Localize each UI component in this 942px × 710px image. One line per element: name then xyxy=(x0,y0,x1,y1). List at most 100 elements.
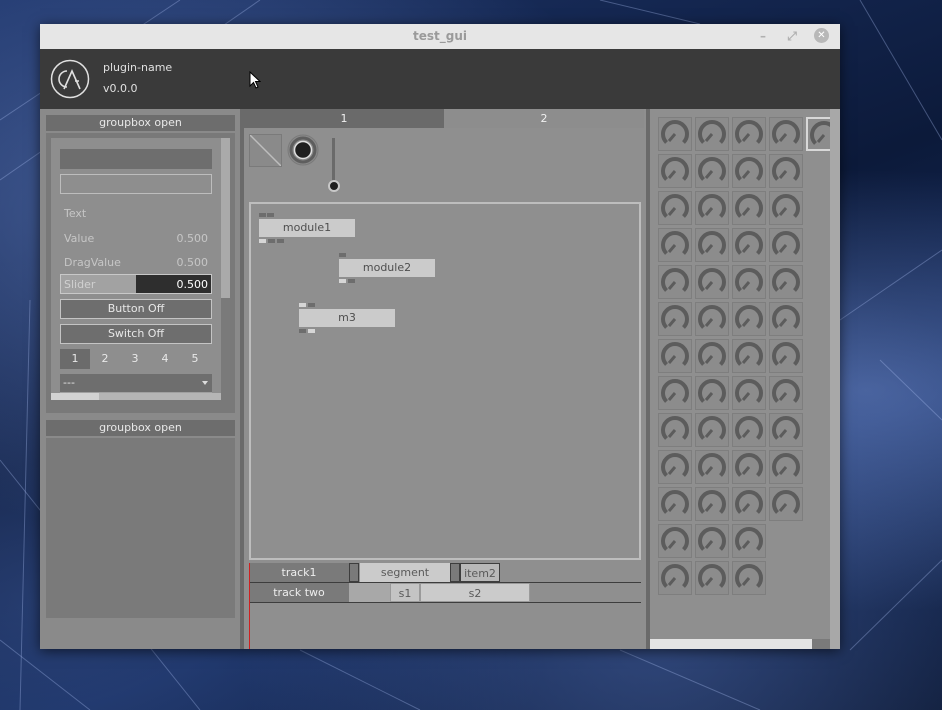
knob-icon[interactable] xyxy=(732,302,766,336)
output-port[interactable] xyxy=(308,329,315,333)
timeline-segment[interactable]: item2 xyxy=(460,563,500,582)
knob-icon[interactable] xyxy=(769,154,803,188)
knob-icon[interactable] xyxy=(658,191,692,225)
knob-icon[interactable] xyxy=(658,450,692,484)
knob-icon[interactable] xyxy=(658,524,692,558)
knob-icon[interactable] xyxy=(695,228,729,262)
knob-icon[interactable] xyxy=(658,376,692,410)
node-graph-canvas[interactable]: module1 module2 m3 xyxy=(249,202,641,560)
knob-icon[interactable] xyxy=(769,117,803,151)
radio-option-4[interactable]: 4 xyxy=(150,349,180,369)
text-edit-field[interactable] xyxy=(60,149,212,169)
knob-icon[interactable] xyxy=(695,302,729,336)
scrollbar-thumb[interactable] xyxy=(51,393,99,400)
knob-icon[interactable] xyxy=(695,413,729,447)
output-port[interactable] xyxy=(259,239,266,243)
knob-icon[interactable] xyxy=(695,339,729,373)
knob-icon[interactable] xyxy=(658,302,692,336)
timeline-segment[interactable]: segment xyxy=(360,563,450,582)
radio-option-1[interactable]: 1 xyxy=(60,349,90,369)
playhead-marker[interactable] xyxy=(249,563,250,649)
knob-icon[interactable] xyxy=(695,487,729,521)
vertical-scrollbar[interactable] xyxy=(221,138,230,400)
toggle-icon-button[interactable] xyxy=(249,134,282,167)
knob-icon[interactable] xyxy=(769,191,803,225)
knob-icon[interactable] xyxy=(732,561,766,595)
knob-icon[interactable] xyxy=(695,117,729,151)
radio-option-3[interactable]: 3 xyxy=(120,349,150,369)
output-port[interactable] xyxy=(277,239,284,243)
knob-icon[interactable] xyxy=(658,117,692,151)
widget-scroll-area[interactable]: Text Value 0.500 DragValue 0.500 Slider … xyxy=(51,138,225,400)
graph-node-module2[interactable]: module2 xyxy=(339,259,435,277)
output-port[interactable] xyxy=(348,279,355,283)
timeline-segment[interactable]: s1 xyxy=(390,583,420,602)
knob-icon[interactable] xyxy=(769,228,803,262)
timeline-segment[interactable]: s2 xyxy=(420,583,530,602)
input-port[interactable] xyxy=(267,213,274,217)
knob-icon[interactable] xyxy=(658,561,692,595)
input-port[interactable] xyxy=(308,303,315,307)
knob-icon[interactable] xyxy=(732,376,766,410)
scrollbar-corner[interactable] xyxy=(812,639,830,649)
segment-handle[interactable] xyxy=(349,563,359,582)
groupbox-2-header[interactable]: groupbox open xyxy=(46,420,235,436)
scrollbar-thumb[interactable] xyxy=(221,138,230,298)
maximize-icon[interactable]: ⤢ xyxy=(784,28,800,44)
output-port[interactable] xyxy=(339,279,346,283)
knob-icon[interactable] xyxy=(695,450,729,484)
knob-icon[interactable] xyxy=(732,524,766,558)
knob-icon[interactable] xyxy=(658,265,692,299)
knob-icon[interactable] xyxy=(732,191,766,225)
knob-icon[interactable] xyxy=(695,265,729,299)
tab-2[interactable]: 2 xyxy=(444,109,644,128)
vertical-slider-track[interactable] xyxy=(332,138,335,186)
knob-icon[interactable] xyxy=(769,413,803,447)
knob-icon[interactable] xyxy=(732,413,766,447)
minimize-icon[interactable]: – xyxy=(755,28,771,44)
input-port[interactable] xyxy=(259,213,266,217)
graph-node-module1[interactable]: module1 xyxy=(259,219,355,237)
knob-icon[interactable] xyxy=(658,154,692,188)
knob-icon[interactable] xyxy=(732,117,766,151)
horizontal-scrollbar[interactable] xyxy=(650,639,830,649)
input-port[interactable] xyxy=(339,253,346,257)
knob-icon[interactable] xyxy=(732,265,766,299)
knob-icon[interactable] xyxy=(732,228,766,262)
output-port[interactable] xyxy=(268,239,275,243)
groupbox-1-header[interactable]: groupbox open xyxy=(46,115,235,131)
knob-icon[interactable] xyxy=(695,524,729,558)
knob-icon[interactable] xyxy=(695,561,729,595)
graph-node-m3[interactable]: m3 xyxy=(299,309,395,327)
knob-icon[interactable] xyxy=(732,487,766,521)
knob-icon[interactable] xyxy=(658,228,692,262)
drag-value-readout[interactable]: 0.500 xyxy=(151,256,209,269)
knob-icon[interactable] xyxy=(769,265,803,299)
text-input-field[interactable] xyxy=(60,174,212,194)
close-icon[interactable]: ✕ xyxy=(814,28,829,43)
switch-button[interactable]: Switch Off xyxy=(60,324,212,344)
knob-icon[interactable] xyxy=(695,191,729,225)
knob-icon[interactable] xyxy=(769,302,803,336)
vertical-slider-thumb[interactable] xyxy=(328,180,340,192)
knob-icon[interactable] xyxy=(658,487,692,521)
input-port[interactable] xyxy=(299,303,306,307)
radio-option-5[interactable]: 5 xyxy=(180,349,210,369)
track-name[interactable]: track two xyxy=(249,583,349,602)
combo-box[interactable]: --- xyxy=(60,374,212,394)
knob-icon[interactable] xyxy=(769,376,803,410)
knob-icon[interactable] xyxy=(732,450,766,484)
output-port[interactable] xyxy=(299,329,306,333)
segment-handle[interactable] xyxy=(450,563,460,582)
knob-icon[interactable] xyxy=(658,339,692,373)
radio-option-2[interactable]: 2 xyxy=(90,349,120,369)
knob-icon[interactable] xyxy=(658,413,692,447)
toggle-button[interactable]: Button Off xyxy=(60,299,212,319)
knob-icon[interactable] xyxy=(695,376,729,410)
horizontal-scrollbar[interactable] xyxy=(51,393,225,400)
track-name[interactable]: track1 xyxy=(249,563,349,582)
knob-icon[interactable] xyxy=(287,134,319,166)
knob-icon[interactable] xyxy=(695,154,729,188)
knob-icon[interactable] xyxy=(732,154,766,188)
tab-1[interactable]: 1 xyxy=(244,109,444,128)
